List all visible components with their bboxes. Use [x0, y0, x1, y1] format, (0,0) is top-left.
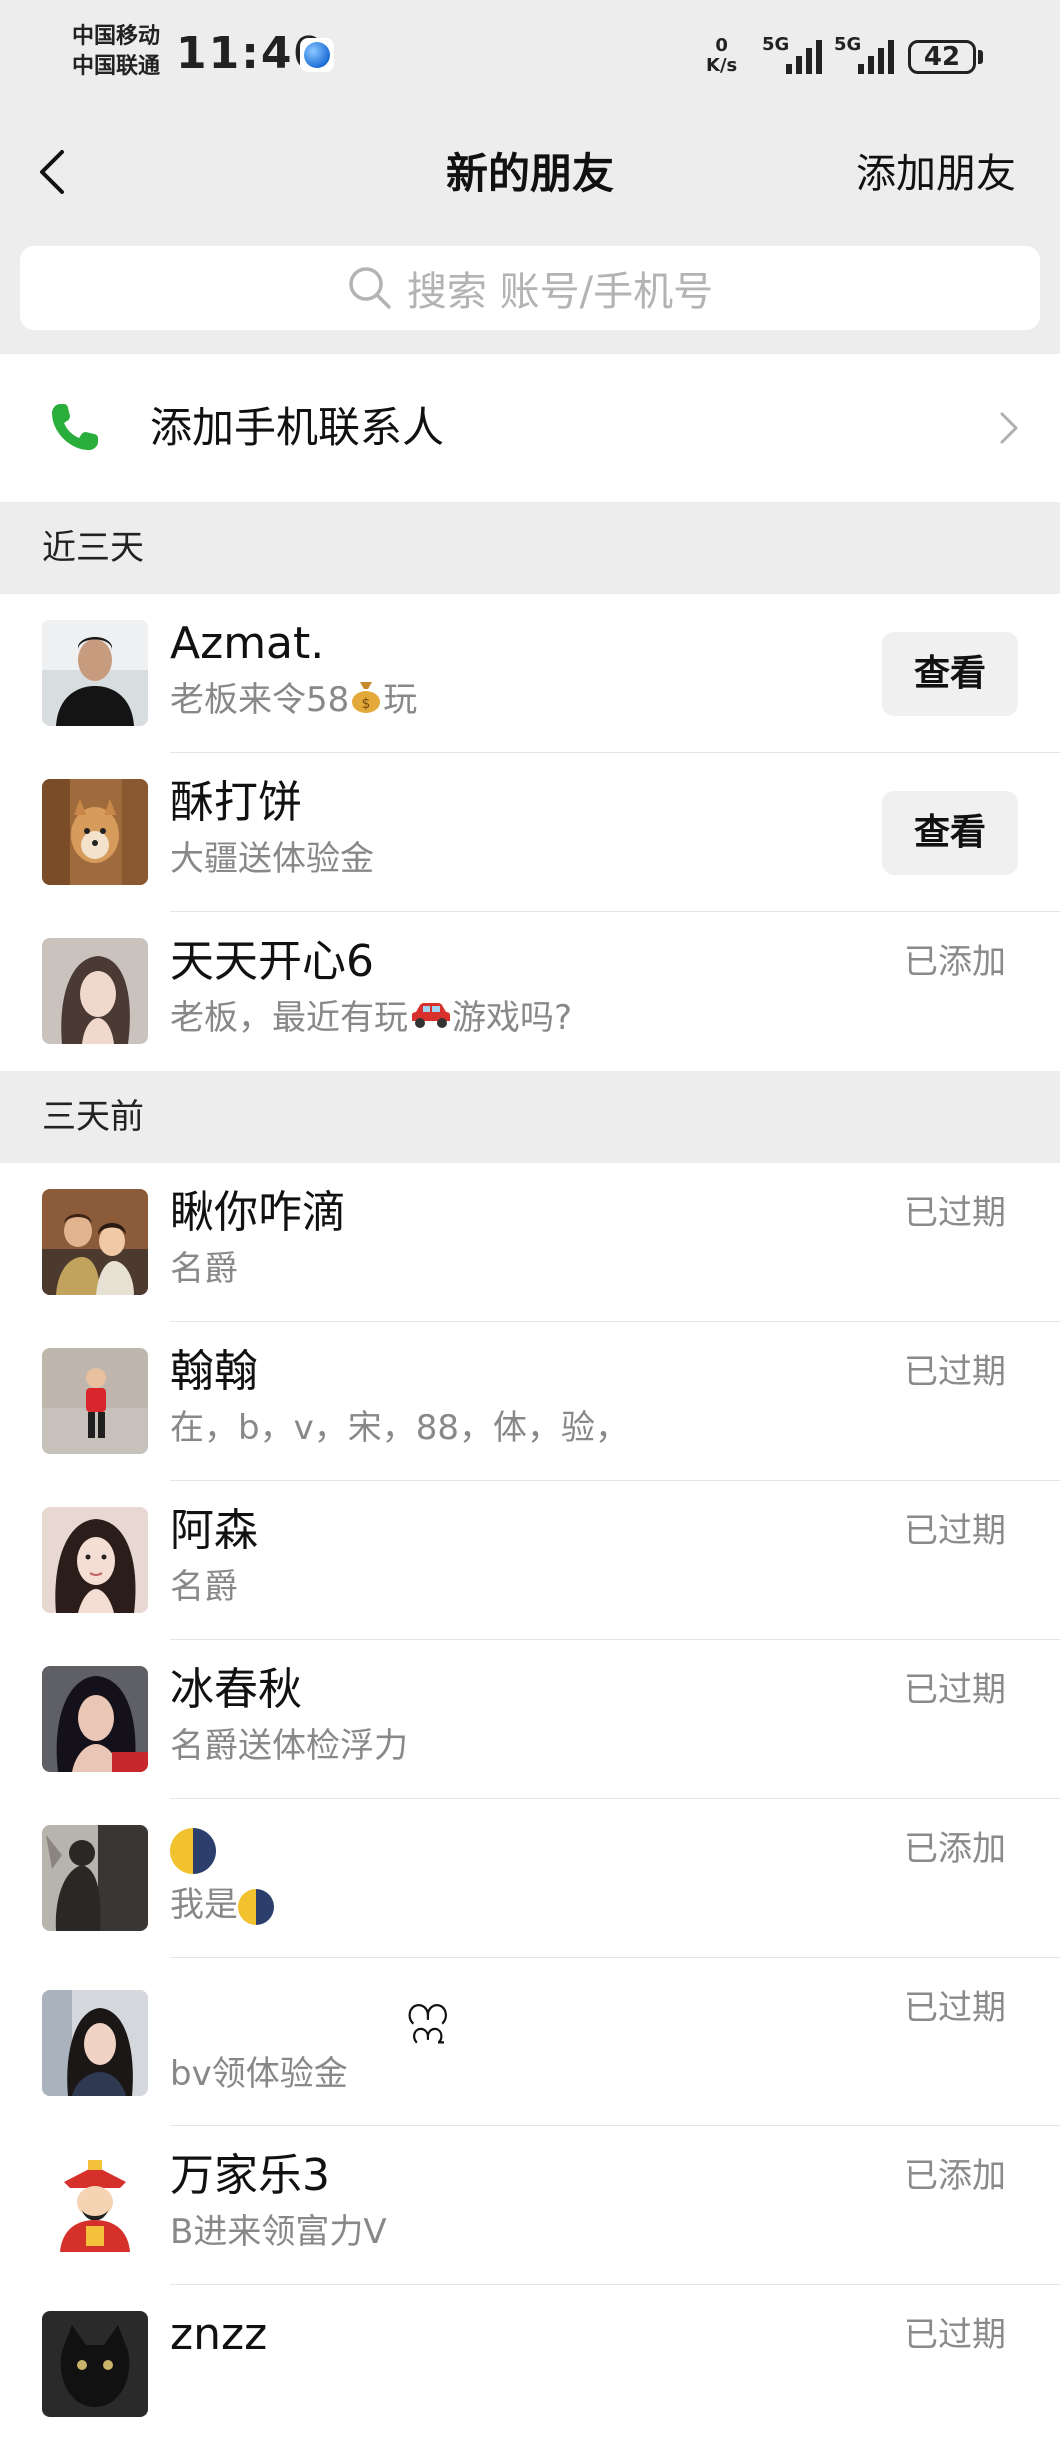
view-button[interactable]: 查看 — [882, 791, 1018, 875]
friend-message: 老板，最近有玩 游戏吗? — [170, 996, 572, 1042]
status-expired: 已过期 — [904, 1988, 1006, 2028]
net-speed-unit: K/s — [706, 55, 738, 76]
friend-name — [170, 1821, 216, 1877]
carrier-1: 中国移动 — [72, 24, 161, 49]
avatar — [42, 1348, 148, 1454]
friend-name: 天天开心6 — [170, 936, 374, 987]
add-phone-contacts-label: 添加手机联系人 — [150, 403, 445, 452]
status-expired: 已过期 — [904, 1193, 1006, 1233]
section-title: 三天前 — [42, 1097, 144, 1137]
search-area: 搜索 账号/手机号 — [0, 230, 1060, 354]
section-header-earlier: 三天前 — [0, 1071, 1060, 1163]
friend-message: 在，b，v，宋，88，体，验， — [170, 1408, 629, 1448]
status-added: 已添加 — [904, 1829, 1006, 1869]
friend-name: 酥打饼 — [170, 777, 302, 828]
friend-request-row[interactable]: 翰翰 在，b，v，宋，88，体，验， 已过期 — [0, 1322, 1060, 1481]
status-added: 已添加 — [904, 2156, 1006, 2196]
friend-request-row[interactable]: 我是 已添加 — [0, 1799, 1060, 1958]
friend-name: ဣ — [406, 1984, 450, 2035]
avatar — [42, 1507, 148, 1613]
search-icon — [349, 267, 391, 309]
friend-name: 冰春秋 — [170, 1664, 302, 1715]
message-prefix: 老板来令58 — [170, 680, 350, 720]
message-prefix: 老板，最近有玩 — [170, 998, 408, 1038]
chevron-right-icon — [1000, 412, 1018, 444]
section-title: 近三天 — [42, 528, 144, 568]
status-expired: 已过期 — [904, 1352, 1006, 1392]
friend-message: 名爵 — [170, 1249, 238, 1289]
avatar — [42, 1189, 148, 1295]
carrier-labels: 中国移动 中国联通 — [72, 22, 160, 82]
status-expired: 已过期 — [904, 1670, 1006, 1710]
avatar — [42, 620, 148, 726]
friend-name: 阿森 — [170, 1505, 258, 1556]
status-expired: 已过期 — [904, 1511, 1006, 1551]
svg-text:$: $ — [362, 696, 371, 712]
status-bar: 中国移动 中国联通 11:40 0 K/s 5G 5G 42 — [0, 0, 1060, 118]
avatar — [42, 938, 148, 1044]
money-bag-icon: $ — [349, 678, 383, 725]
moon-icon — [238, 1888, 274, 1925]
friend-name: 翰翰 — [170, 1346, 258, 1397]
friend-request-row[interactable]: ဣ bv领体验金 已过期 — [0, 1958, 1060, 2126]
friend-request-row[interactable]: 天天开心6 老板，最近有玩 游戏吗? 已添加 — [0, 912, 1060, 1071]
view-button[interactable]: 查看 — [882, 632, 1018, 716]
message-suffix: 游戏吗? — [452, 998, 573, 1038]
friend-message: B进来领富力V — [170, 2212, 387, 2252]
nav-bar: 新的朋友 添加朋友 — [0, 118, 1060, 230]
friend-name: 瞅你咋滴 — [170, 1187, 346, 1238]
message-suffix: 玩 — [383, 680, 418, 720]
moon-icon — [170, 1828, 216, 1874]
status-expired: 已过期 — [904, 2315, 1006, 2355]
friend-message: 大疆送体验金 — [170, 839, 374, 879]
friend-name: 万家乐3 — [170, 2150, 330, 2201]
friend-request-row[interactable]: 阿森 名爵 已过期 — [0, 1481, 1060, 1640]
message-prefix: 我是 — [170, 1885, 238, 1925]
friend-name: Azmat. — [170, 618, 325, 669]
avatar — [42, 1990, 148, 2096]
avatar — [42, 1666, 148, 1772]
friend-request-row[interactable]: 酥打饼 大疆送体验金 查看 — [0, 753, 1060, 912]
friend-request-row[interactable]: 冰春秋 名爵送体检浮力 已过期 — [0, 1640, 1060, 1799]
search-placeholder: 搜索 账号/手机号 — [406, 269, 714, 315]
friend-request-row[interactable]: znzz 已过期 — [0, 2285, 1060, 2444]
friend-request-row[interactable]: 瞅你咋滴 名爵 已过期 — [0, 1163, 1060, 1322]
phone-icon — [52, 404, 98, 450]
avatar — [42, 2311, 148, 2417]
add-phone-contacts-row[interactable]: 添加手机联系人 — [0, 354, 1060, 502]
friend-request-row[interactable]: 万家乐3 B进来领富力V 已添加 — [0, 2126, 1060, 2285]
friend-message: bv领体验金 — [170, 2054, 348, 2094]
recent-friend-list: Azmat. 老板来令58 $ 玩 查看 酥打饼 大疆送体验金 查看 天天开心6… — [0, 594, 1060, 1071]
net-speed-value: 0 — [715, 35, 728, 56]
battery-cap — [978, 50, 983, 64]
app-notification-icon — [300, 38, 334, 72]
add-friend-button[interactable]: 添加朋友 — [856, 134, 1016, 214]
section-header-recent: 近三天 — [0, 502, 1060, 594]
friend-message: 老板来令58 $ 玩 — [170, 678, 417, 725]
friend-message: 名爵送体检浮力 — [170, 1726, 408, 1766]
battery-icon: 42 — [908, 40, 976, 74]
car-icon — [408, 998, 452, 1042]
friend-message: 名爵 — [170, 1567, 238, 1607]
search-input[interactable]: 搜索 账号/手机号 — [20, 246, 1040, 330]
avatar — [42, 1825, 148, 1931]
signal-2-icon: 5G — [834, 34, 900, 78]
avatar — [42, 779, 148, 885]
carrier-2: 中国联通 — [72, 54, 161, 79]
network-speed: 0 K/s — [706, 36, 737, 76]
signal-1-icon: 5G — [762, 34, 828, 78]
earlier-friend-list: 瞅你咋滴 名爵 已过期 翰翰 在，b，v，宋，88，体，验， 已过期 阿森 名爵… — [0, 1163, 1060, 2444]
friend-name: znzz — [170, 2309, 268, 2360]
status-added: 已添加 — [904, 942, 1006, 982]
friend-message: 我是 — [170, 1883, 274, 1927]
friend-request-row[interactable]: Azmat. 老板来令58 $ 玩 查看 — [0, 594, 1060, 753]
avatar — [42, 2152, 148, 2258]
